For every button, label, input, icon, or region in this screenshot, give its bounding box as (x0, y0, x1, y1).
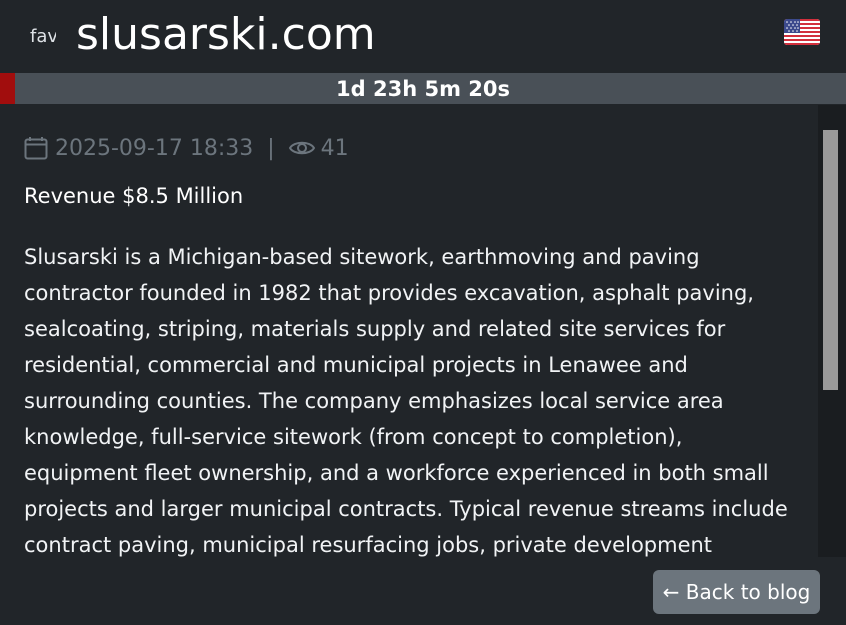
footer: ← Back to blog (0, 557, 846, 625)
countdown-bar: 1d 23h 5m 20s (0, 73, 846, 104)
header: favicon slusarski.com (0, 0, 846, 73)
site-title[interactable]: slusarski.com (76, 8, 376, 62)
calendar-icon (24, 137, 48, 160)
meta-separator: | (267, 135, 275, 161)
article-description: Slusarski is a Michigan-based sitework, … (24, 245, 788, 557)
us-flag-icon[interactable] (784, 19, 820, 45)
countdown-timer-text: 1d 23h 5m 20s (336, 77, 510, 101)
scrollbar-thumb[interactable] (823, 130, 838, 390)
site-favicon: favicon (30, 26, 56, 47)
back-to-blog-button[interactable]: ← Back to blog (653, 570, 820, 614)
scrollbar[interactable] (818, 105, 846, 557)
post-date: 2025-09-17 18:33 (55, 135, 254, 161)
post-meta: 2025-09-17 18:33 | 41 (24, 133, 349, 163)
article-content[interactable]: 2025-09-17 18:33 | 41 Revenue $8.5 Milli… (0, 105, 818, 557)
eye-icon (288, 141, 315, 155)
revenue-heading: Revenue $8.5 Million (24, 184, 244, 208)
view-count: 41 (320, 135, 349, 161)
app-window: favicon slusarski.com (0, 0, 846, 625)
